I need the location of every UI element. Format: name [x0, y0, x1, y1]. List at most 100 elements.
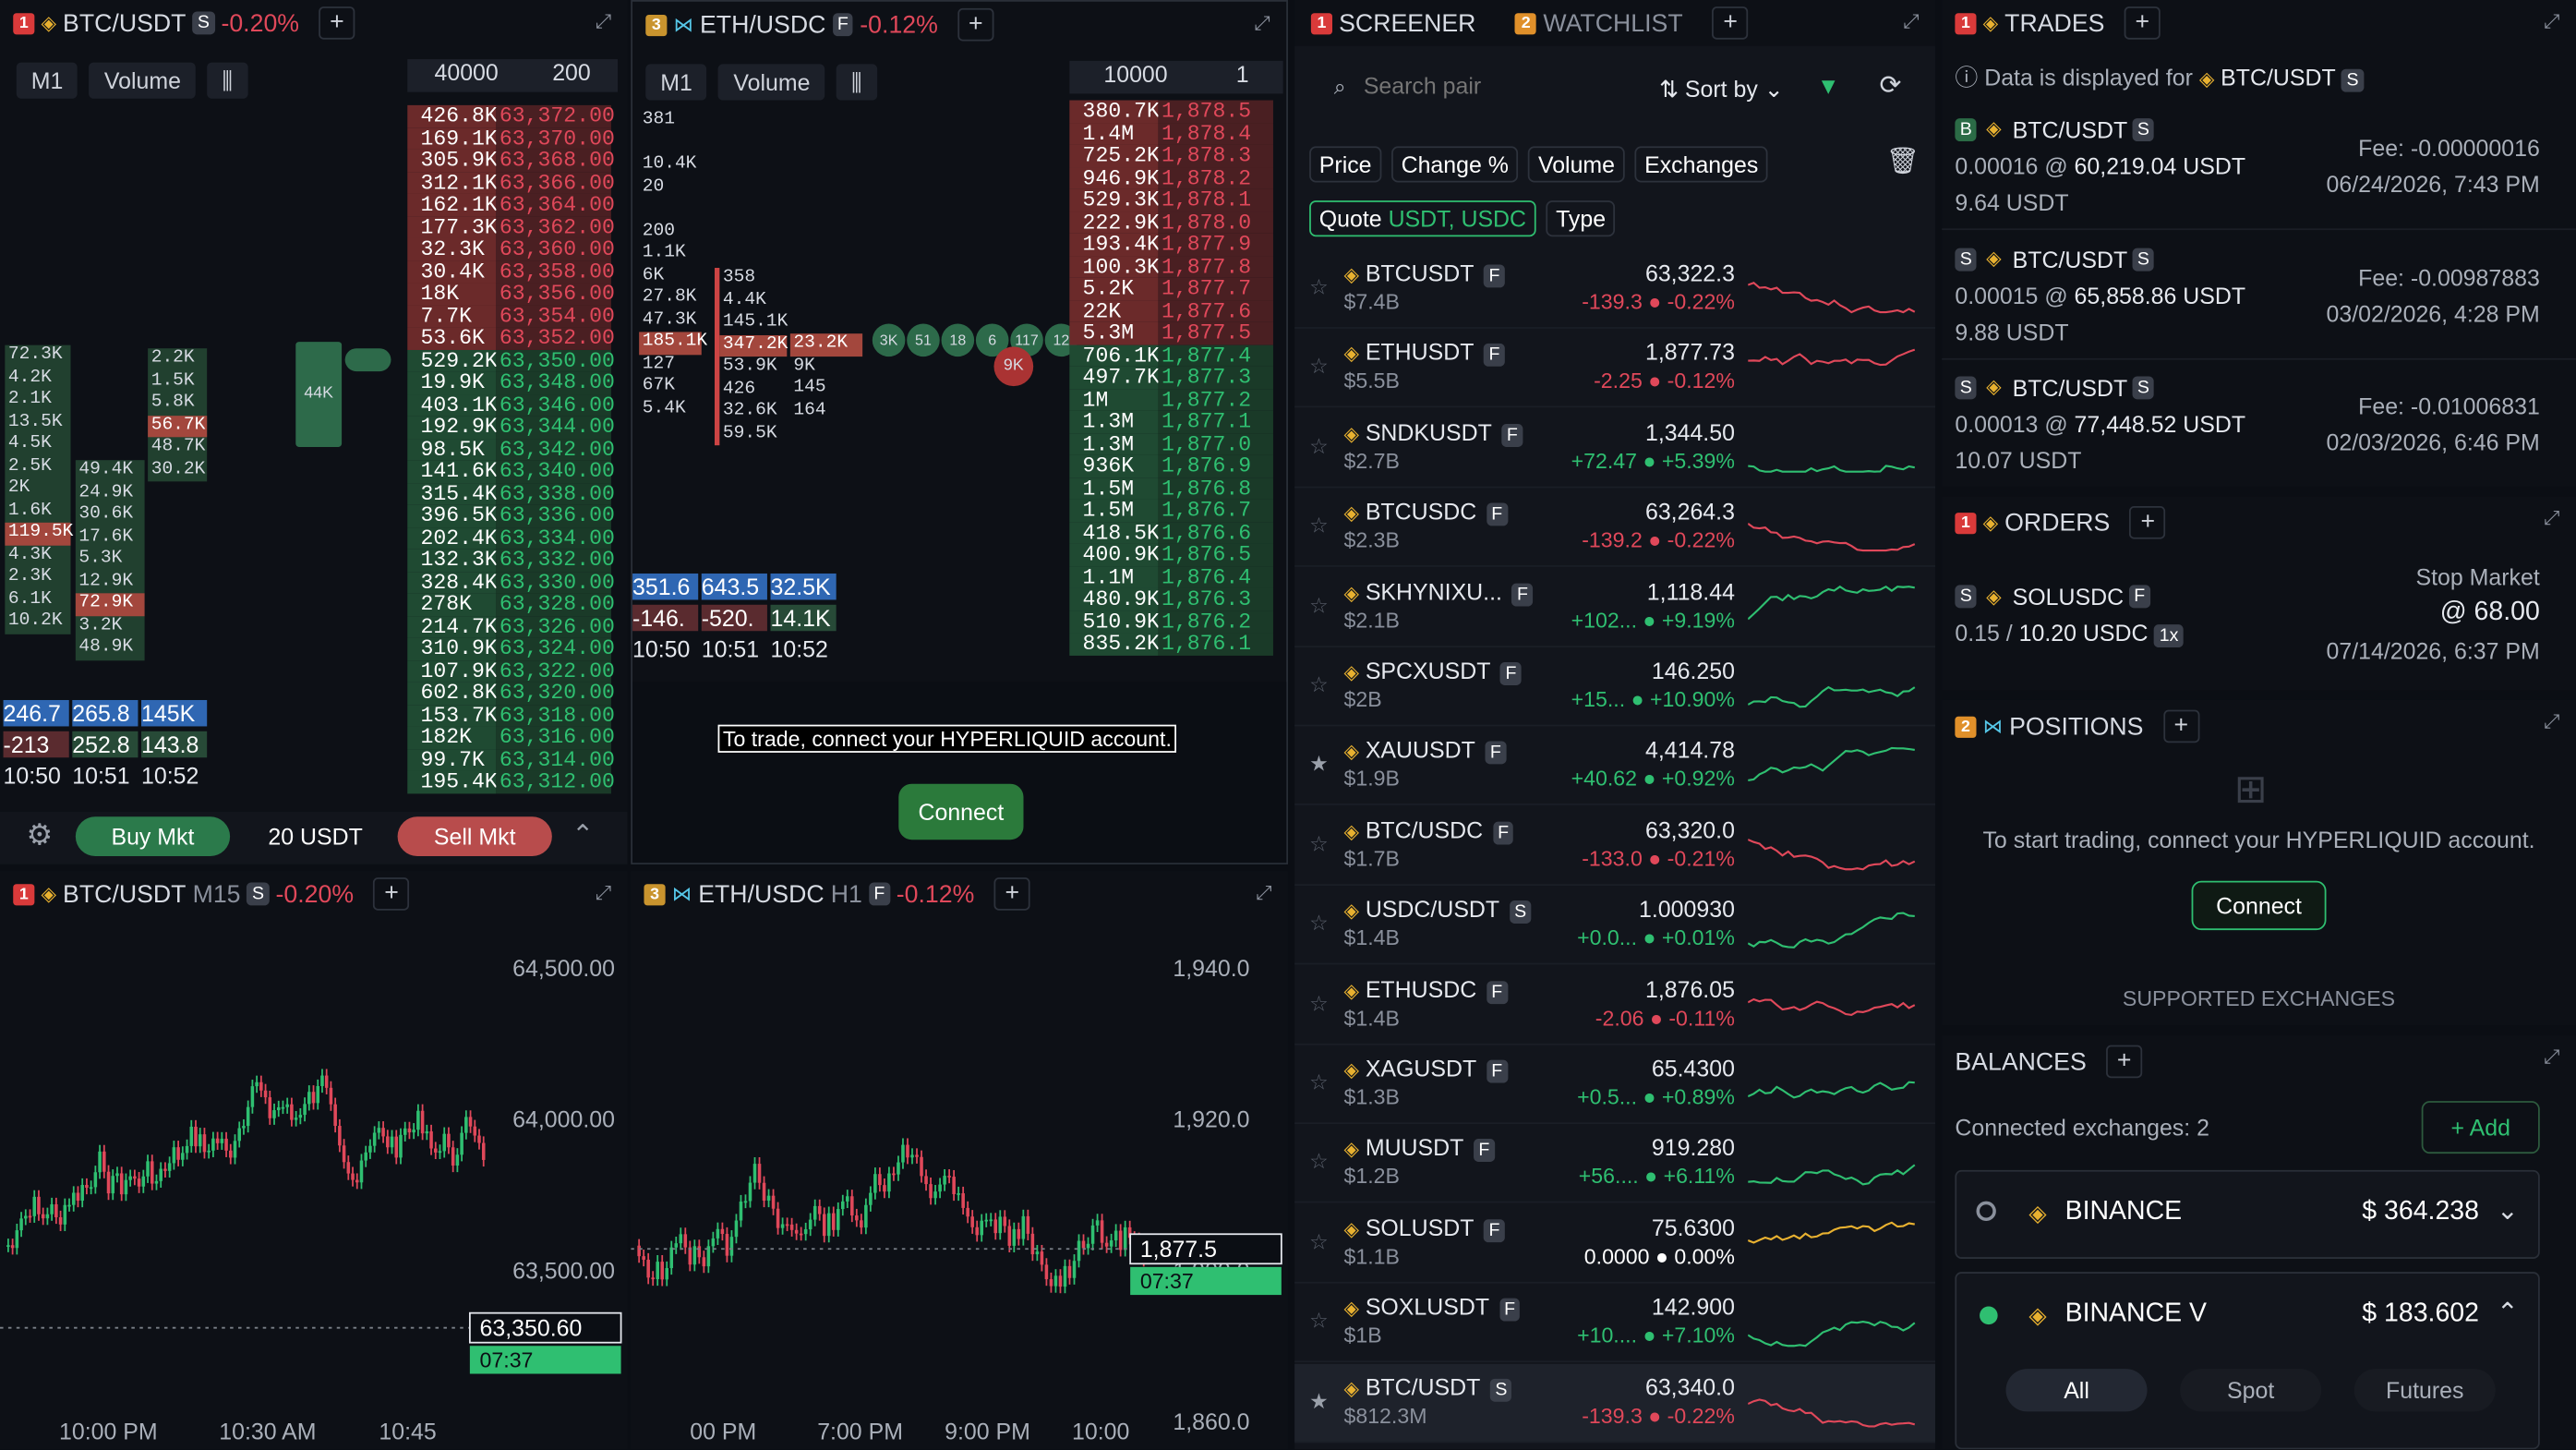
- exchange-row-binance[interactable]: ◈ BINANCE $ 364.238 ⌄: [1955, 1169, 2540, 1259]
- orderbook-row[interactable]: 946.9K 1,878.2: [1069, 167, 1286, 189]
- chevron-up-icon[interactable]: ⌃: [2497, 1297, 2519, 1330]
- star-filled-icon[interactable]: ★: [1309, 1388, 1329, 1414]
- star-icon[interactable]: ☆: [1309, 831, 1329, 857]
- orderbook-row[interactable]: 192.9K 63,344.00: [407, 416, 620, 439]
- expand-icon[interactable]: ⤢: [1254, 11, 1270, 36]
- symbol-label[interactable]: BTC/USDT: [63, 9, 186, 37]
- orderbook-row[interactable]: 400.9K 1,876.5: [1069, 544, 1286, 566]
- orderbook-row[interactable]: 100.3K 1,877.8: [1069, 256, 1286, 278]
- connect-button[interactable]: Connect: [2191, 880, 2327, 931]
- screener-row[interactable]: ☆ ◈ SPCXUSDT F $2B 146.250 +15... ● +10.90%: [1294, 647, 1936, 727]
- add-button[interactable]: +: [2162, 709, 2199, 743]
- star-icon[interactable]: ☆: [1309, 1229, 1329, 1255]
- quote-filter[interactable]: Quote USDT, USDC: [1309, 200, 1536, 237]
- filter-chip-change[interactable]: Change %: [1390, 146, 1519, 183]
- orderbook-row[interactable]: 310.9K 63,324.00: [407, 637, 620, 660]
- timeframe-label[interactable]: H1: [831, 880, 862, 908]
- orderbook-row[interactable]: 1.5M 1,876.8: [1069, 477, 1286, 500]
- collapse-icon[interactable]: ⌃: [572, 818, 594, 852]
- orderbook-row[interactable]: 315.4K 63,338.00: [407, 482, 620, 505]
- orderbook-row[interactable]: 835.2K 1,876.1: [1069, 633, 1286, 656]
- orderbook-row[interactable]: 7.7K 63,354.00: [407, 305, 620, 328]
- star-icon[interactable]: ☆: [1309, 354, 1329, 380]
- orderbook-row[interactable]: 1.3M 1,877.1: [1069, 411, 1286, 433]
- footprint-chart[interactable]: 381 10.4K 20 200 1.1K 6K 27.8K 47.3K 185.1K 127 67…: [632, 103, 1078, 563]
- footprint-chart[interactable]: 72.3K 4.2K 2.1K 13.5K 4.5K 2.5K 2K 1.6K 119.5K 4.…: [0, 99, 404, 707]
- screener-row[interactable]: ☆ ◈ ETHUSDT F $5.5B 1,877.73 -2.25 ● -0.12%: [1294, 330, 1936, 408]
- orderbook-row[interactable]: 305.9K 63,368.00: [407, 150, 620, 172]
- orderbook-row[interactable]: 418.5K 1,876.6: [1069, 522, 1286, 544]
- amount-input[interactable]: 20 USDT: [243, 816, 388, 856]
- star-icon[interactable]: ☆: [1309, 274, 1329, 300]
- orderbook-row[interactable]: 529.3K 1,878.1: [1069, 189, 1286, 211]
- timeframe-label[interactable]: M15: [193, 880, 241, 908]
- search-input[interactable]: [1363, 72, 1610, 99]
- sell-market-button[interactable]: Sell Mkt: [397, 816, 552, 857]
- screener-row[interactable]: ★ ◈ BTC/USDT S $812.3M 63,340.0 -139.3 ● -0.2…: [1294, 1363, 1936, 1443]
- settings-icon[interactable]: ⚙: [26, 818, 53, 852]
- star-icon[interactable]: ☆: [1309, 513, 1329, 538]
- star-icon[interactable]: ☆: [1309, 672, 1329, 698]
- indicator-button[interactable]: Volume: [89, 62, 197, 99]
- orderbook-row[interactable]: 1.4M 1,878.4: [1069, 123, 1286, 145]
- expand-icon[interactable]: ⤢: [596, 10, 611, 35]
- orderbook-row[interactable]: 19.9K 63,348.00: [407, 371, 620, 394]
- ob-size-input[interactable]: 40000: [434, 59, 498, 92]
- screener-row[interactable]: ☆ ◈ SOLUSDT F $1.1B 75.6300 0.0000 ● 0.00%: [1294, 1204, 1936, 1284]
- orderbook-row[interactable]: 53.6K 63,352.00: [407, 327, 620, 350]
- symbol-label[interactable]: ETH/USDC: [700, 11, 825, 39]
- price-chart[interactable]: 64,500.00 64,000.00 63,500.00 10:00 PM 10:30…: [0, 917, 628, 1449]
- ob-step-input[interactable]: 1: [1236, 61, 1249, 94]
- screener-row[interactable]: ☆ ◈ USDC/USDT S $1.4B 1.000930 +0.0... ● +0.0…: [1294, 886, 1936, 965]
- price-chart[interactable]: 1,940.01,920.01,900.01,860.000 PM7:00 PM…: [631, 917, 1288, 1449]
- star-icon[interactable]: ☆: [1309, 1069, 1329, 1095]
- orderbook-row[interactable]: 202.4K 63,334.00: [407, 526, 620, 550]
- timeframe-button[interactable]: M1: [645, 64, 707, 101]
- screener-row[interactable]: ☆ ◈ SNDKUSDT F $2.7B 1,344.50 +72.47 ● +5.39%: [1294, 409, 1936, 489]
- expand-icon[interactable]: ⤢: [2544, 10, 2559, 35]
- expand-icon[interactable]: ⤢: [2544, 506, 2559, 531]
- orderbook-row[interactable]: 5.2K 1,877.7: [1069, 278, 1286, 300]
- orderbook-row[interactable]: 403.1K 63,346.00: [407, 393, 620, 417]
- trade-row[interactable]: B ◈ BTC/USDT S 0.00016 @ 60,219.04 USDT 9.64 …: [1942, 102, 2576, 231]
- orderbook-row[interactable]: 182K 63,316.00: [407, 726, 620, 749]
- orderbook-row[interactable]: 529.2K 63,350.00: [407, 349, 620, 372]
- orderbook-row[interactable]: 195.4K 63,312.00: [407, 770, 620, 793]
- orderbook-row[interactable]: 725.2K 1,878.3: [1069, 145, 1286, 167]
- add-exchange-button[interactable]: + Add: [2421, 1101, 2540, 1154]
- orderbook-row[interactable]: 602.8K 63,320.00: [407, 682, 620, 705]
- trash-icon[interactable]: 🗑: [1886, 145, 1920, 178]
- exchange-row-binance-v[interactable]: ◈ BINANCE V $ 183.602 ⌃ All Spot Futures: [1955, 1272, 2540, 1450]
- orderbook-row[interactable]: 312.1K 63,366.00: [407, 172, 620, 194]
- screener-row[interactable]: ☆ ◈ BTCUSDC F $2.3B 63,264.3 -139.2 ● -0.22%: [1294, 489, 1936, 568]
- star-filled-icon[interactable]: ★: [1309, 752, 1329, 778]
- filter-icon[interactable]: ▼: [1817, 72, 1840, 98]
- add-button[interactable]: +: [2124, 6, 2161, 40]
- add-button[interactable]: +: [2129, 506, 2166, 539]
- sort-dropdown[interactable]: ⇅ Sort by ⌄: [1659, 76, 1784, 103]
- add-button[interactable]: +: [957, 7, 994, 42]
- add-tab-button[interactable]: +: [1712, 6, 1749, 40]
- orderbook-row[interactable]: 153.7K 63,318.00: [407, 704, 620, 727]
- orderbook-row[interactable]: 32.3K 63,360.00: [407, 238, 620, 261]
- orderbook-row[interactable]: 22K 1,877.6: [1069, 300, 1286, 322]
- add-button[interactable]: +: [2106, 1045, 2143, 1079]
- orderbook-row[interactable]: 1.1M 1,876.4: [1069, 566, 1286, 588]
- orderbook-row[interactable]: 30.4K 63,358.00: [407, 260, 620, 284]
- orderbook-row[interactable]: 278K 63,328.00: [407, 593, 620, 616]
- orderbook-row[interactable]: 510.9K 1,876.2: [1069, 610, 1286, 634]
- screener-row[interactable]: ☆ ◈ BTCUSDT F $7.4B 63,322.3 -139.3 ● -0.22%: [1294, 249, 1936, 329]
- screener-row[interactable]: ☆ ◈ BTC/USDC F $1.7B 63,320.0 -133.0 ● -0.21%: [1294, 806, 1936, 886]
- balance-tab-futures[interactable]: Futures: [2353, 1369, 2496, 1412]
- orderbook-row[interactable]: 480.9K 1,876.3: [1069, 588, 1286, 611]
- screener-row[interactable]: ☆ ◈ XAGUSDT F $1.3B 65.4300 +0.5... ● +0.89%: [1294, 1045, 1936, 1125]
- orderbook-row[interactable]: 141.6K 63,340.00: [407, 460, 620, 483]
- orderbook-row[interactable]: 99.7K 63,314.00: [407, 748, 620, 771]
- expand-icon[interactable]: ⤢: [1903, 10, 1919, 35]
- expand-icon[interactable]: ⤢: [1256, 881, 1271, 906]
- balance-tab-spot[interactable]: Spot: [2180, 1369, 2322, 1412]
- orderbook-row[interactable]: 1.3M 1,877.0: [1069, 433, 1286, 455]
- orderbook-row[interactable]: 132.3K 63,332.00: [407, 549, 620, 572]
- expand-icon[interactable]: ⤢: [2544, 710, 2559, 735]
- filter-chip-volume[interactable]: Volume: [1528, 146, 1625, 183]
